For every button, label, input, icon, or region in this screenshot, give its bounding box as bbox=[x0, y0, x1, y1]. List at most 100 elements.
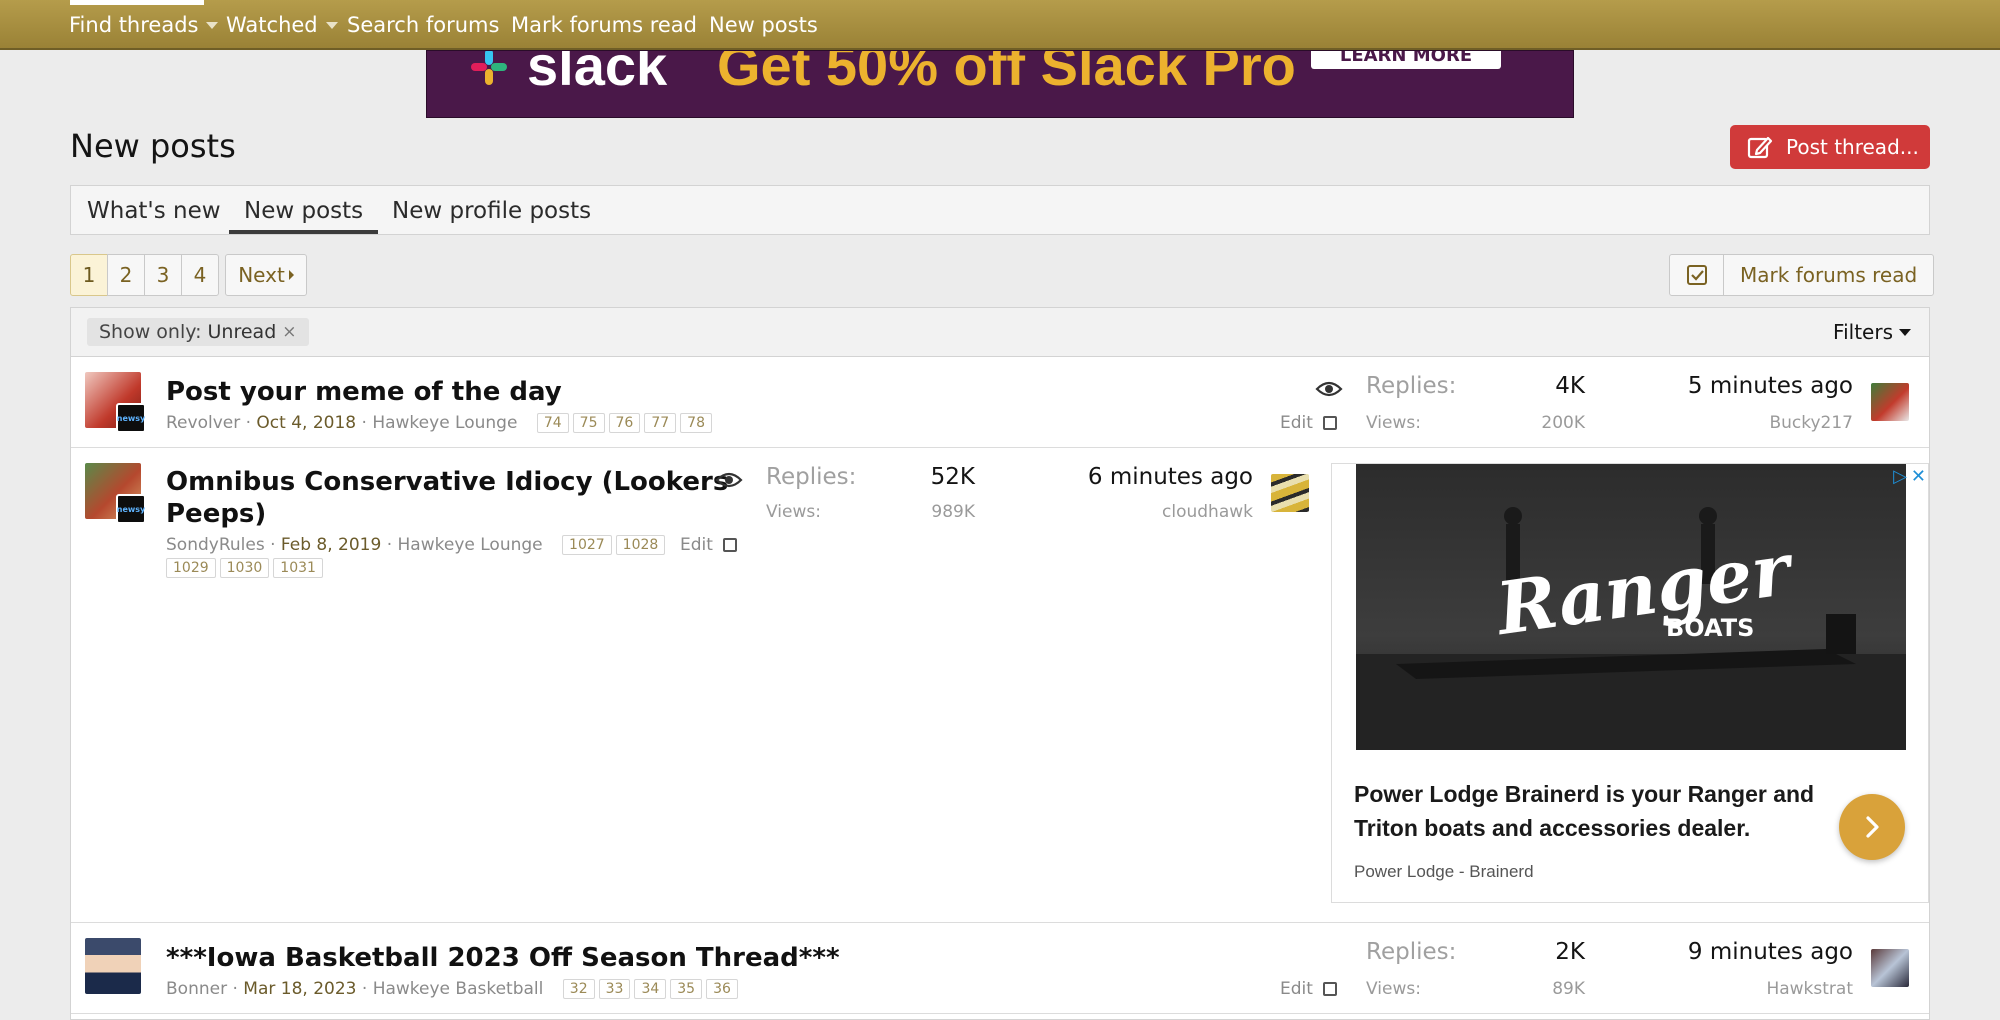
avatar-small: newsy bbox=[116, 403, 146, 433]
ad-headline[interactable]: Power Lodge Brainerd is your Ranger and … bbox=[1354, 777, 1834, 845]
ad-brand-sub: BOATS bbox=[1666, 614, 1755, 642]
page-link[interactable]: 35 bbox=[670, 979, 703, 999]
page-link[interactable]: 74 bbox=[536, 413, 569, 433]
thread-author[interactable]: Bonner bbox=[166, 979, 227, 999]
thread-date[interactable]: Oct 4, 2018 bbox=[256, 413, 356, 433]
nav-new-posts[interactable]: New posts bbox=[709, 13, 818, 37]
page-link[interactable]: 1031 bbox=[273, 558, 323, 578]
views-count: 989K bbox=[931, 502, 975, 522]
close-icon[interactable]: ✕ bbox=[1911, 466, 1926, 487]
nav-label: Watched bbox=[226, 13, 318, 37]
replies-label: Replies: bbox=[1366, 373, 1457, 399]
last-post-user[interactable]: Hawkstrat bbox=[1601, 979, 1853, 999]
edit-control[interactable]: Edit bbox=[680, 535, 737, 555]
page-link[interactable]: 77 bbox=[644, 413, 677, 433]
page-link[interactable]: 1027 bbox=[562, 535, 612, 555]
last-post-time[interactable]: 6 minutes ago bbox=[991, 464, 1253, 490]
thread-forum[interactable]: Hawkeye Basketball bbox=[373, 979, 544, 999]
close-icon[interactable]: × bbox=[282, 322, 296, 342]
thread-page-links-wrap: 1029 1030 1031 bbox=[166, 558, 323, 578]
page-link[interactable]: 1028 bbox=[615, 535, 666, 555]
nav-mark-forums-read[interactable]: Mark forums read bbox=[511, 13, 697, 37]
replies-label: Replies: bbox=[766, 464, 857, 490]
ad-choices-icon[interactable]: ▷ bbox=[1893, 466, 1907, 487]
views-count: 89K bbox=[1552, 979, 1585, 999]
thread-page-links: 74 75 76 77 78 bbox=[536, 413, 712, 433]
last-post-time[interactable]: 9 minutes ago bbox=[1601, 939, 1853, 965]
thread-forum[interactable]: Hawkeye Lounge bbox=[398, 535, 543, 555]
thread-meta: Bonner · Mar 18, 2023 · Hawkeye Basketba… bbox=[166, 979, 738, 999]
thread-author[interactable]: SondyRules bbox=[166, 535, 265, 555]
thread-forum[interactable]: Hawkeye Lounge bbox=[372, 413, 517, 433]
post-thread-button[interactable]: Post thread... bbox=[1730, 125, 1930, 169]
checkbox-icon-wrapper bbox=[1670, 255, 1724, 295]
page-1-link[interactable]: 1 bbox=[70, 254, 108, 296]
page-2-link[interactable]: 2 bbox=[107, 254, 145, 296]
ad-image: Ranger BOATS bbox=[1356, 464, 1906, 750]
tab-new-posts[interactable]: New posts bbox=[229, 198, 379, 234]
page-4-link[interactable]: 4 bbox=[181, 254, 219, 296]
replies-count: 2K bbox=[1555, 939, 1585, 965]
edit-control[interactable]: Edit bbox=[1280, 979, 1337, 999]
filters-dropdown[interactable]: Filters bbox=[1833, 320, 1911, 344]
mark-forums-read-button[interactable]: Mark forums read bbox=[1669, 254, 1935, 296]
banner-brand: slack bbox=[527, 50, 668, 97]
thread-author[interactable]: Revolver bbox=[166, 413, 240, 433]
inline-ad[interactable]: Ranger BOATS ▷ ✕ Power Lodge Brainerd is… bbox=[1331, 463, 1929, 903]
page-3-link[interactable]: 3 bbox=[144, 254, 182, 296]
ad-choices[interactable]: ▷ ✕ bbox=[1893, 466, 1926, 487]
nav-find-threads[interactable]: Find threads bbox=[69, 13, 219, 37]
banner-learn-more-button[interactable]: LEARN MORE bbox=[1311, 51, 1501, 69]
avatar[interactable] bbox=[85, 938, 141, 994]
page-title: New posts bbox=[70, 127, 236, 165]
thread-date[interactable]: Mar 18, 2023 bbox=[243, 979, 356, 999]
last-poster-avatar[interactable] bbox=[1271, 474, 1309, 512]
table-row: newsy Post your meme of the day Revolver… bbox=[71, 357, 1929, 448]
next-page-button[interactable]: Next bbox=[225, 254, 307, 296]
nav-active-accent bbox=[70, 0, 204, 5]
thread-title[interactable]: Omnibus Conservative Idiocy (Lookers Pee… bbox=[166, 466, 728, 530]
select-checkbox[interactable] bbox=[722, 538, 737, 552]
next-label: Next bbox=[238, 263, 285, 287]
last-post-user[interactable]: cloudhawk bbox=[991, 502, 1253, 522]
page-link[interactable]: 34 bbox=[634, 979, 667, 999]
page-link[interactable]: 33 bbox=[598, 979, 631, 999]
page-link[interactable]: 32 bbox=[562, 979, 595, 999]
select-checkbox[interactable] bbox=[1322, 416, 1337, 430]
nav-search-forums[interactable]: Search forums bbox=[347, 13, 499, 37]
page-number-group: 1 2 3 4 bbox=[70, 254, 219, 296]
filter-chip-unread[interactable]: Show only: Unread × bbox=[87, 318, 309, 346]
last-poster-avatar[interactable] bbox=[1871, 383, 1909, 421]
last-post-time[interactable]: 5 minutes ago bbox=[1601, 373, 1853, 399]
nav-watched[interactable]: Watched bbox=[226, 13, 338, 37]
select-checkbox[interactable] bbox=[1322, 982, 1337, 996]
thread-meta: SondyRules · Feb 8, 2019 · Hawkeye Loung… bbox=[166, 535, 666, 555]
thread-date[interactable]: Feb 8, 2019 bbox=[281, 535, 381, 555]
last-post-user[interactable]: Bucky217 bbox=[1601, 413, 1853, 433]
table-row: newsy Omnibus Conservative Idiocy (Looke… bbox=[71, 448, 1929, 923]
page-link[interactable]: 1030 bbox=[219, 558, 270, 578]
tab-new-profile-posts[interactable]: New profile posts bbox=[392, 198, 591, 224]
tab-whats-new[interactable]: What's new bbox=[87, 198, 221, 224]
page-link[interactable]: 36 bbox=[706, 979, 738, 999]
thread-title[interactable]: Post your meme of the day bbox=[166, 376, 562, 408]
page-link[interactable]: 76 bbox=[608, 413, 641, 433]
last-poster-avatar[interactable] bbox=[1871, 949, 1909, 987]
slack-banner-ad[interactable]: slack Get 50% off Slack Pro LEARN MORE bbox=[426, 50, 1574, 118]
page-link[interactable]: 1029 bbox=[166, 558, 216, 578]
pagination: 1 2 3 4 Next bbox=[70, 254, 307, 296]
edit-label: Edit bbox=[1280, 413, 1313, 433]
views-count: 200K bbox=[1541, 413, 1585, 433]
thread-meta: Revolver · Oct 4, 2018 · Hawkeye Lounge … bbox=[166, 413, 712, 433]
ad-open-button[interactable] bbox=[1839, 794, 1905, 860]
thread-title[interactable]: ***Iowa Basketball 2023 Off Season Threa… bbox=[166, 942, 840, 974]
chip-prefix: Show only: bbox=[99, 321, 202, 343]
edit-control[interactable]: Edit bbox=[1280, 413, 1337, 433]
ad-advertiser: Power Lodge - Brainerd bbox=[1354, 862, 1534, 881]
views-label: Views: bbox=[766, 502, 821, 522]
thread-title-line: Peeps) bbox=[166, 499, 267, 529]
checkbox-checked-icon bbox=[1686, 265, 1707, 285]
page-link[interactable]: 75 bbox=[572, 413, 605, 433]
page-link[interactable]: 78 bbox=[680, 413, 712, 433]
slack-logo-icon bbox=[471, 51, 507, 85]
